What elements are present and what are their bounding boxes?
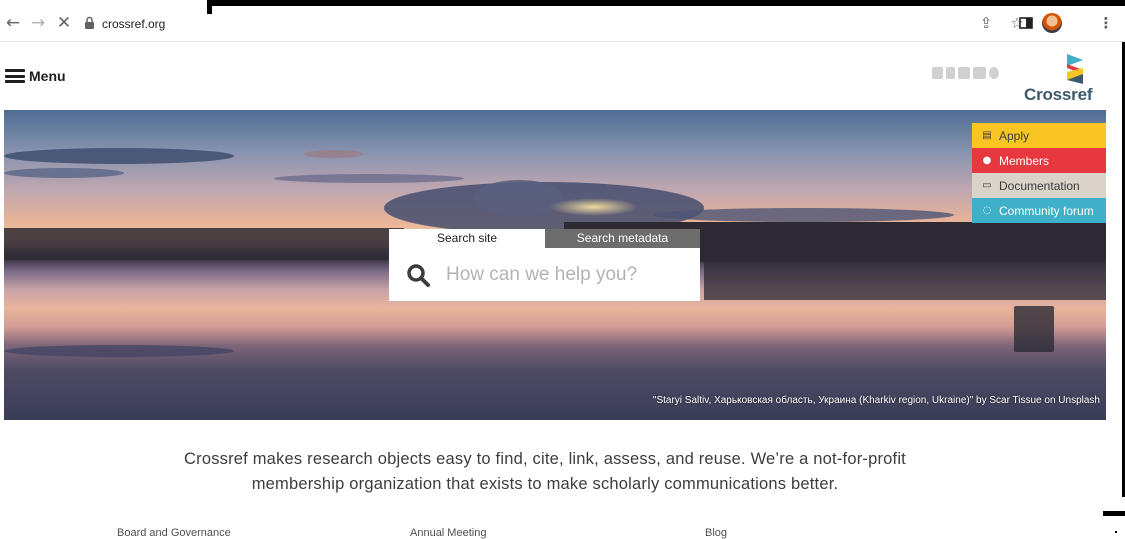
- hamburger-icon: [5, 69, 25, 83]
- share-icon[interactable]: ⇪: [977, 14, 995, 32]
- search-icon[interactable]: [406, 263, 430, 287]
- treeline-reflection: [704, 260, 1106, 300]
- lock-icon: [85, 16, 94, 29]
- search-input[interactable]: [446, 263, 686, 286]
- stop-loading-icon[interactable]: ✕: [55, 14, 73, 32]
- quick-link-label: Documentation: [999, 178, 1080, 193]
- social-links: [932, 67, 999, 81]
- rss-icon[interactable]: [989, 67, 999, 79]
- profile-avatar-icon[interactable]: [1042, 13, 1062, 33]
- quick-link-documentation[interactable]: ▭ Documentation: [972, 173, 1106, 198]
- quick-link-label: Apply: [999, 128, 1030, 143]
- water-reflection: [4, 345, 234, 357]
- search-tabs: Search site Search metadata: [389, 229, 700, 248]
- quick-links: ▤ Apply ● Members ▭ Documentation ◌ Comm…: [972, 123, 1106, 223]
- tab-search-metadata[interactable]: Search metadata: [545, 229, 700, 248]
- menu-label: Menu: [29, 68, 66, 84]
- footer-link-blog[interactable]: Blog: [705, 527, 727, 539]
- quick-link-apply[interactable]: ▤ Apply: [972, 123, 1106, 148]
- quick-link-community-forum[interactable]: ◌ Community forum: [972, 198, 1106, 223]
- cloud-shape: [4, 148, 234, 164]
- linkedin-icon[interactable]: [958, 67, 970, 79]
- address-bar[interactable]: crossref.org: [83, 14, 283, 34]
- back-arrow-icon[interactable]: ←: [4, 14, 22, 32]
- footer-link-annual-meeting[interactable]: Annual Meeting: [410, 527, 486, 539]
- forward-arrow-icon[interactable]: →: [29, 14, 47, 32]
- cloud-shape: [4, 168, 124, 178]
- side-panel-icon[interactable]: [1019, 17, 1033, 29]
- window-edge-tick: [207, 0, 212, 14]
- search-field[interactable]: [389, 248, 700, 301]
- quick-link-members[interactable]: ● Members: [972, 148, 1106, 173]
- tagline: Crossref makes research objects easy to …: [120, 447, 970, 497]
- menu-button[interactable]: Menu: [5, 66, 66, 86]
- tagline-line-2: membership organization that exists to m…: [251, 475, 839, 493]
- cloud-shape: [654, 208, 954, 222]
- photo-credit[interactable]: "Staryi Saltiv, Харьковская область, Укр…: [653, 395, 1100, 406]
- sun-glow: [549, 198, 639, 216]
- window-edge-bar: [207, 0, 1125, 6]
- window-edge-dot: [1115, 531, 1117, 533]
- youtube-icon[interactable]: [973, 67, 986, 79]
- address-bar-url: crossref.org: [102, 17, 166, 31]
- quick-link-label: Community forum: [999, 203, 1094, 218]
- document-icon: ▭: [982, 179, 992, 191]
- footer-link-board[interactable]: Board and Governance: [117, 527, 231, 539]
- browser-toolbar: ← → ✕ crossref.org ⇪ ☆ ⋮: [0, 0, 1125, 42]
- window-edge-tick: [1103, 511, 1125, 516]
- cloud-shape: [304, 150, 364, 158]
- tagline-line-1: Crossref makes research objects easy to …: [184, 450, 906, 468]
- cloud-shape: [274, 174, 464, 183]
- search-panel: Search site Search metadata: [389, 229, 700, 301]
- treeline-shape: [4, 228, 404, 260]
- book-icon: ▤: [982, 129, 992, 141]
- dock-silhouette: [1014, 306, 1054, 352]
- twitter-icon[interactable]: [932, 67, 943, 79]
- tab-search-site[interactable]: Search site: [389, 229, 545, 248]
- person-icon: ●: [982, 154, 992, 166]
- facebook-icon[interactable]: [946, 67, 955, 79]
- quick-link-label: Members: [999, 153, 1050, 168]
- chat-icon: ◌: [982, 204, 992, 216]
- crossref-logo-text[interactable]: Crossref: [1024, 85, 1093, 105]
- more-menu-icon[interactable]: ⋮: [1097, 14, 1115, 32]
